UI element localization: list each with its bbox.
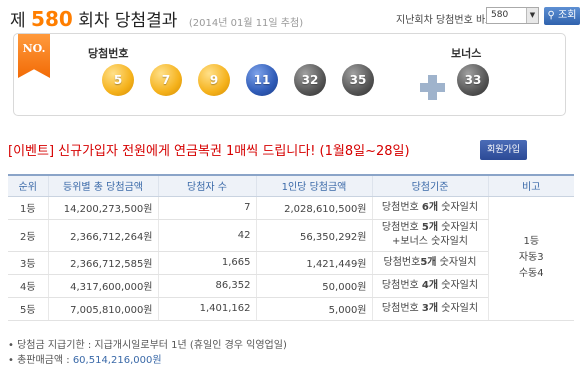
page-title: 제 580 회차 당첨결과 (2014년 01월 11일 추첨) [10, 6, 303, 31]
footnotes: • 당첨금 지급기한 : 지급개시일로부터 1년 (휴일인 경우 익영업일) •… [8, 338, 287, 368]
col-per-winner: 1인당 당첨금액 [255, 174, 372, 197]
table-row: 1등 14,200,273,500원 7 2,028,610,500원 당첨번호… [8, 196, 574, 321]
title-prefix: 제 [10, 11, 26, 31]
note-line: 수동4 [518, 268, 544, 279]
winners-cell: 1,665 [157, 251, 256, 275]
bonus-label: 보너스 [451, 47, 482, 60]
ball-3: 9 [198, 64, 230, 96]
per-cell: 2,028,610,500원 [255, 196, 372, 220]
col-winners: 당첨자 수 [157, 174, 256, 197]
per-cell: 56,350,292원 [255, 219, 372, 252]
rank-cell: 2등 [8, 219, 48, 252]
per-cell: 50,000원 [255, 274, 372, 298]
round-select[interactable]: 580 ▼ [486, 7, 539, 24]
ball-4: 11 [246, 64, 278, 96]
note-line: 자동3 [518, 252, 544, 263]
note-cell: 1등 자동3 수동4 [487, 196, 574, 321]
criteria-cell: 당첨번호 6개 숫자일치 [371, 196, 488, 220]
table-header-row: 순위 등위별 총 당첨금액 당첨자 수 1인당 당첨금액 당첨기준 비고 [8, 174, 574, 197]
ball-5: 32 [294, 64, 326, 96]
ball-1: 5 [102, 64, 134, 96]
bonus-ball: 33 [457, 64, 489, 96]
round-select-value: 580 [491, 10, 509, 20]
winners-cell: 42 [157, 219, 256, 252]
rank-cell: 3등 [8, 251, 48, 275]
total-sales-value: 60,514,216,000원 [72, 355, 162, 366]
col-rank: 순위 [8, 174, 48, 197]
no-ribbon-badge: NO. [18, 34, 50, 78]
rank-cell: 5등 [8, 297, 48, 321]
total-sales-note: • 총판매금액 : 60,514,216,000원 [8, 355, 162, 366]
total-cell: 7,005,810,000원 [47, 297, 158, 321]
search-button[interactable]: ⚲ 조회 [544, 7, 580, 25]
rank-cell: 1등 [8, 196, 48, 220]
round-number: 580 [31, 7, 73, 31]
winning-numbers-panel: NO. 당첨번호 보너스 5 7 9 11 32 35 33 [13, 33, 566, 116]
total-cell: 14,200,273,500원 [47, 196, 158, 220]
winners-cell: 7 [157, 196, 256, 220]
event-banner[interactable]: [이벤트] 신규가입자 전원에게 연금복권 1매씩 드립니다! (1월8일~28… [8, 140, 410, 159]
payout-deadline-note: • 당첨금 지급기한 : 지급개시일로부터 1년 (휴일인 경우 익영업일) [8, 340, 287, 351]
per-cell: 5,000원 [255, 297, 372, 321]
ball-2: 7 [150, 64, 182, 96]
search-button-label: 조회 [558, 10, 577, 21]
total-cell: 4,317,600,000원 [47, 274, 158, 298]
criteria-cell: 당첨번호 3개 숫자일치 [371, 297, 488, 321]
col-total-prize: 등위별 총 당첨금액 [47, 174, 158, 197]
winners-cell: 1,401,162 [157, 297, 256, 321]
winning-numbers-label: 당첨번호 [88, 47, 129, 60]
title-suffix: 회차 당첨결과 [78, 11, 178, 31]
winners-cell: 86,352 [157, 274, 256, 298]
criteria-cell: 당첨번호 4개 숫자일치 [371, 274, 488, 298]
prize-table: 순위 등위별 총 당첨금액 당첨자 수 1인당 당첨금액 당첨기준 비고 1등 … [8, 174, 574, 321]
total-cell: 2,366,712,264원 [47, 219, 158, 252]
criteria-cell: 당첨번호5개 숫자일치 [371, 251, 488, 275]
note-line: 1등 [523, 236, 540, 247]
rank-cell: 4등 [8, 274, 48, 298]
criteria-cell: 당첨번호 5개 숫자일치 +보너스 숫자일치 [371, 219, 488, 252]
draw-date: (2014년 01월 11일 추첨) [188, 18, 304, 29]
col-note: 비고 [487, 174, 574, 197]
result-header: 제 580 회차 당첨결과 (2014년 01월 11일 추첨) 지난회차 당첨… [8, 4, 580, 31]
join-button[interactable]: 회원가입 [480, 140, 527, 160]
per-cell: 1,421,449원 [255, 251, 372, 275]
ball-6: 35 [342, 64, 374, 96]
chevron-down-icon[interactable]: ▼ [526, 8, 538, 23]
col-criteria: 당첨기준 [371, 174, 488, 197]
search-icon: ⚲ [547, 10, 555, 21]
total-cell: 2,366,712,585원 [47, 251, 158, 275]
plus-icon [420, 75, 445, 100]
